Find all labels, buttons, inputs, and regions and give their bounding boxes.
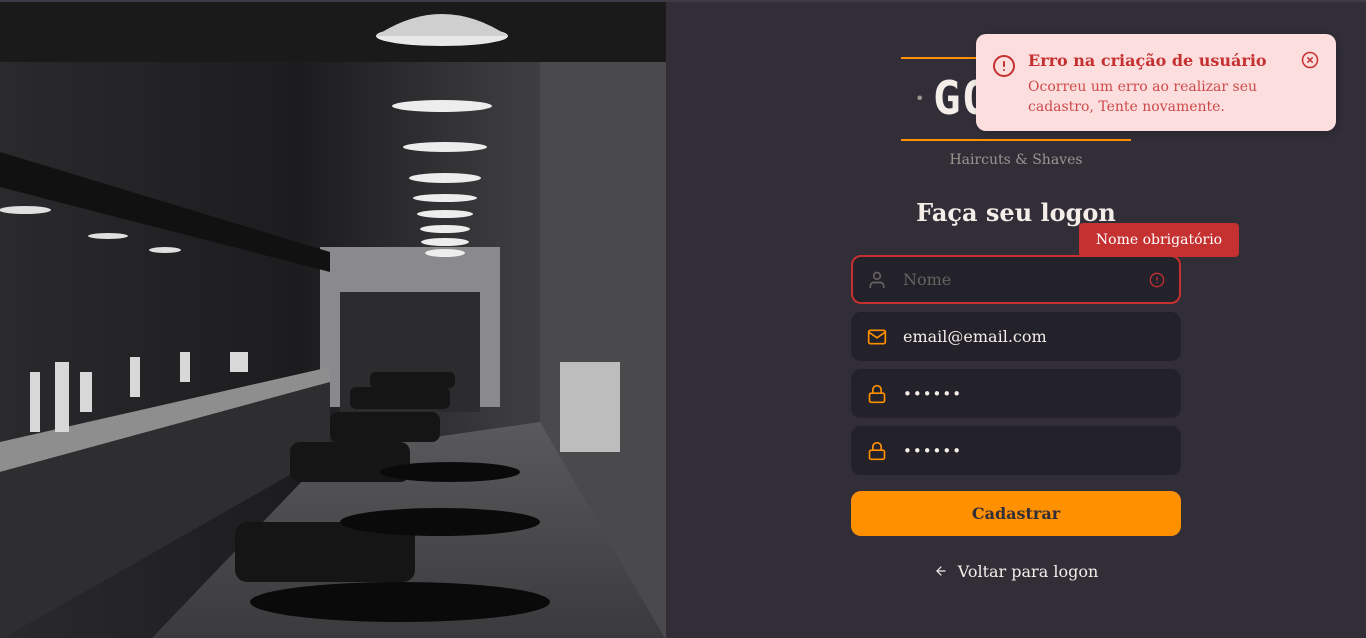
- toast-description: Ocorreu um erro ao realizar seu cadastro…: [1028, 79, 1258, 115]
- alert-circle-icon: [993, 55, 1015, 77]
- name-field[interactable]: [851, 255, 1181, 304]
- logo-dot: •: [915, 89, 925, 108]
- submit-button[interactable]: Cadastrar: [851, 491, 1181, 536]
- close-circle-icon: [1301, 51, 1319, 69]
- password-input[interactable]: [903, 384, 1165, 403]
- name-error-tooltip: Nome obrigatório: [1079, 223, 1239, 263]
- password-confirm-field[interactable]: [851, 426, 1181, 475]
- name-input[interactable]: [903, 270, 1149, 289]
- password-confirm-input[interactable]: [903, 441, 1165, 460]
- mail-icon: [867, 329, 887, 344]
- email-field[interactable]: [851, 312, 1181, 361]
- back-to-logon-link[interactable]: Voltar para logon: [851, 559, 1181, 583]
- email-input[interactable]: [903, 327, 1165, 346]
- user-icon: [869, 271, 885, 288]
- toast-title: Erro na criação de usuário: [1028, 51, 1267, 70]
- alert-circle-icon[interactable]: [1149, 272, 1165, 288]
- back-link-label: Voltar para logon: [957, 561, 1099, 581]
- lock-icon: [868, 384, 886, 403]
- toast-close-button[interactable]: [1301, 51, 1319, 69]
- barbershop-photo: [0, 2, 666, 638]
- logo-tagline: Haircuts & Shaves: [949, 152, 1083, 168]
- error-toast: Erro na criação de usuário Ocorreu um er…: [976, 34, 1336, 131]
- arrow-left-icon: [936, 566, 946, 576]
- password-field[interactable]: [851, 369, 1181, 418]
- lock-icon: [868, 441, 886, 460]
